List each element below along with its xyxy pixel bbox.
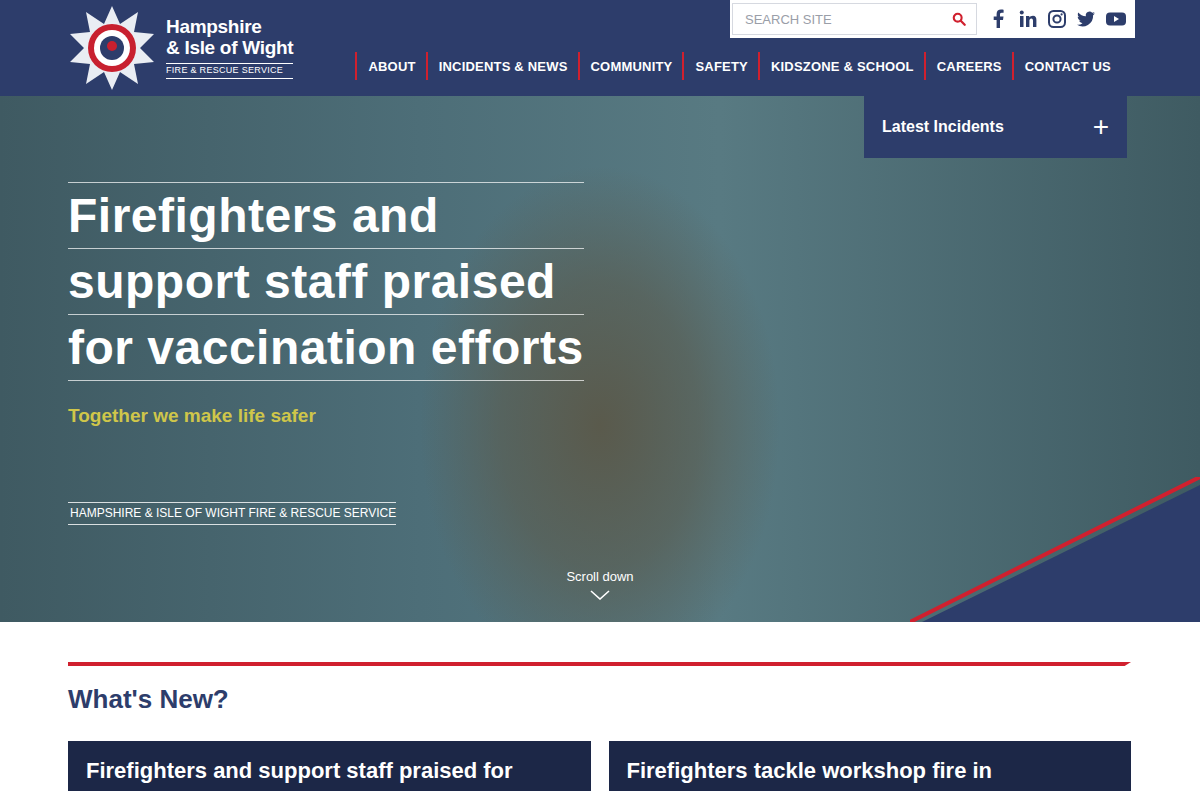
- corner-decoration: [910, 477, 1200, 622]
- youtube-icon[interactable]: [1105, 9, 1127, 29]
- search-box[interactable]: [732, 3, 977, 35]
- search-input[interactable]: [743, 11, 952, 28]
- section-heading: What's New?: [68, 684, 1131, 715]
- hero-tagline: Together we make life safer: [68, 405, 316, 427]
- fire-badge-icon: [68, 4, 156, 92]
- card-title: Firefighters and support staff praised f…: [86, 757, 573, 786]
- nav-item[interactable]: COMMUNITY: [578, 52, 673, 80]
- instagram-icon[interactable]: [1047, 9, 1067, 29]
- linkedin-icon[interactable]: [1018, 9, 1038, 29]
- headline-line: support staff praised: [68, 249, 584, 315]
- nav-item[interactable]: CONTACT US: [1012, 52, 1111, 80]
- nav-item[interactable]: INCIDENTS & NEWS: [426, 52, 568, 80]
- hero-org-name: HAMPSHIRE & ISLE OF WIGHT FIRE & RESCUE …: [68, 502, 396, 525]
- news-card[interactable]: Firefighters and support staff praised f…: [68, 741, 591, 791]
- expand-toggle[interactable]: +: [1093, 113, 1109, 141]
- site-header: Hampshire & Isle of Wight FIRE & RESCUE …: [0, 0, 1200, 96]
- nav-item[interactable]: CAREERS: [924, 52, 1002, 80]
- search-icon[interactable]: [952, 12, 966, 26]
- card-title: Firefighters tackle workshop fire in: [627, 757, 1114, 786]
- main-nav: ABOUT INCIDENTS & NEWS COMMUNITY SAFETY KIDS…: [355, 52, 1111, 80]
- latest-incidents-label: Latest Incidents: [882, 118, 1004, 136]
- headline-line: Firefighters and: [68, 183, 584, 249]
- section-divider: [68, 662, 1131, 666]
- hero-content: Firefighters andsupport staff praisedfor…: [0, 96, 1200, 525]
- logo-line: & Isle of Wight: [166, 38, 293, 59]
- twitter-icon[interactable]: [1076, 9, 1096, 29]
- logo-text: Hampshire & Isle of Wight FIRE & RESCUE …: [166, 17, 293, 79]
- logo-line: Hampshire: [166, 17, 293, 38]
- page: Hampshire & Isle of Wight FIRE & RESCUE …: [0, 0, 1200, 791]
- top-strip: [730, 0, 1135, 38]
- nav-item[interactable]: ABOUT: [355, 52, 415, 80]
- nav-item[interactable]: KIDSZONE & SCHOOL: [758, 52, 914, 80]
- news-cards: Firefighters and support staff praised f…: [68, 741, 1131, 791]
- nav-item[interactable]: SAFETY: [682, 52, 747, 80]
- header-right: ABOUT INCIDENTS & NEWS COMMUNITY SAFETY KIDS…: [355, 0, 1135, 96]
- scroll-down-label: Scroll down: [566, 569, 633, 584]
- scroll-down[interactable]: Scroll down: [0, 569, 1200, 600]
- news-card[interactable]: Firefighters tackle workshop fire in: [609, 741, 1132, 791]
- headline-line: for vaccination efforts: [68, 315, 584, 381]
- hero-banner: Latest Incidents + Firefighters andsuppo…: [0, 96, 1200, 622]
- logo-subtitle: FIRE & RESCUE SERVICE: [166, 63, 293, 79]
- chevron-down-icon: [590, 590, 610, 600]
- latest-incidents-panel[interactable]: Latest Incidents +: [864, 96, 1127, 158]
- whats-new-section: What's New? Firefighters and support sta…: [0, 622, 1200, 791]
- social-links: [989, 9, 1127, 29]
- facebook-icon[interactable]: [989, 9, 1009, 29]
- hero-headline[interactable]: Firefighters andsupport staff praisedfor…: [68, 182, 584, 381]
- site-logo[interactable]: Hampshire & Isle of Wight FIRE & RESCUE …: [68, 0, 293, 96]
